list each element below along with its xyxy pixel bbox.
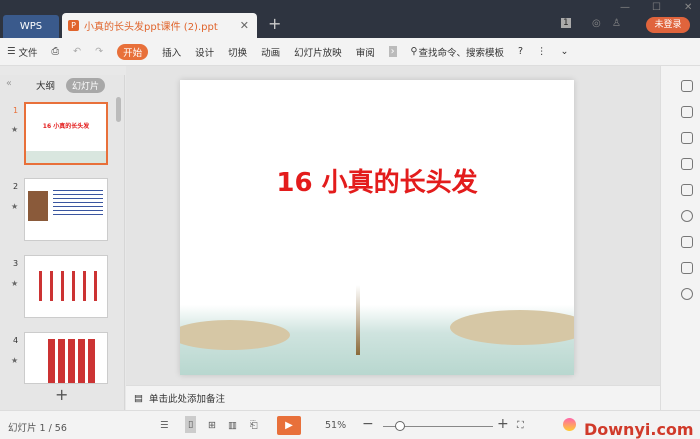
panel-scrollbar[interactable] [116, 97, 121, 122]
tab-start[interactable]: 开始 [117, 43, 149, 60]
zoom-in-button[interactable]: + [497, 416, 509, 432]
title-bar: WPS P 小真的长头发ppt课件 (2).ppt ✕ + — ☐ ✕ 1 ◎ … [0, 0, 700, 38]
star-icon: ★ [11, 279, 19, 288]
new-tab-button[interactable]: + [268, 14, 281, 33]
play-slideshow-button[interactable]: ▶ [277, 416, 301, 435]
skin-icon[interactable]: ◎ [592, 18, 601, 29]
tab-design[interactable]: 设计 [195, 45, 214, 59]
box-icon[interactable] [681, 236, 693, 248]
search-command[interactable]: 查找命令、搜索模板 [418, 45, 504, 59]
slide-number: 3 [13, 259, 19, 268]
close-window-icon[interactable]: ✕ [684, 2, 692, 13]
star-icon: ★ [11, 125, 19, 134]
tab-animation[interactable]: 动画 [261, 45, 280, 59]
collapse-ribbon-icon[interactable]: ⌄ [561, 46, 569, 57]
slide-panel: « 大纲 幻灯片 1 ★ 16 小真的长头发 2 ★ 3 ★ 4 ★ + [0, 75, 125, 410]
save-icon[interactable]: ⎙ [52, 46, 60, 57]
tab-slides[interactable]: 幻灯片 [66, 78, 106, 93]
status-bar: 幻灯片 1 / 56 ☰ ▯ ⊞ ▥ ⎗ ▶ 51% − + ⛶ Downyi.… [0, 410, 700, 439]
copy-icon[interactable] [681, 106, 693, 118]
add-slide-button[interactable]: + [55, 385, 68, 404]
reading-view-icon[interactable]: ▥ [228, 420, 237, 431]
star-icon: ★ [11, 202, 19, 211]
notes-placeholder[interactable]: 单击此处添加备注 [149, 391, 225, 405]
property-icon[interactable] [681, 80, 693, 92]
right-sidebar [660, 66, 700, 410]
slide-thumbnail-4[interactable] [24, 332, 108, 384]
notes-icon: ▤ [134, 392, 143, 404]
maximize-icon[interactable]: ☐ [652, 2, 661, 13]
fit-window-icon[interactable]: ⛶ [517, 420, 524, 431]
wps-label: WPS [19, 21, 43, 32]
slide-number: 4 [13, 336, 19, 345]
mic-icon[interactable] [681, 288, 693, 300]
thumbnail-sea [26, 151, 106, 163]
close-tab-icon[interactable]: ✕ [240, 19, 249, 32]
zoom-level[interactable]: 51% [325, 420, 346, 431]
login-button[interactable]: 未登录 [646, 17, 690, 33]
minimize-icon[interactable]: — [620, 2, 630, 13]
thumbnail-title: 16 小真的长头发 [42, 123, 90, 130]
assistant-icon[interactable] [563, 418, 576, 431]
star-icon[interactable] [681, 210, 693, 222]
current-slide[interactable]: 16 小真的长头发 [180, 80, 574, 375]
presenter-icon[interactable]: ⎗ [250, 420, 258, 431]
undo-icon[interactable]: ↶ [73, 46, 81, 57]
shirt-icon[interactable]: ♙ [612, 18, 621, 29]
more-tabs-icon[interactable]: › [388, 46, 397, 57]
slide-counter: 幻灯片 1 / 56 [8, 423, 67, 434]
slide-number: 2 [13, 182, 19, 191]
slide-number: 1 [13, 106, 19, 115]
notes-toggle-icon[interactable]: ☰ [160, 420, 169, 431]
tab-transition[interactable]: 切换 [228, 45, 247, 59]
wps-home-tab[interactable]: WPS [3, 15, 59, 38]
tab-slideshow[interactable]: 幻灯片放映 [294, 45, 342, 59]
hair-rope-image [356, 285, 360, 355]
slide-thumbnail-3[interactable] [24, 255, 108, 318]
zoom-out-button[interactable]: − [362, 416, 374, 432]
ppt-file-icon: P [68, 20, 79, 31]
file-menu[interactable]: 文件 [19, 45, 38, 59]
tab-insert[interactable]: 插入 [162, 45, 181, 59]
document-tab[interactable]: P 小真的长头发ppt课件 (2).ppt ✕ [62, 13, 257, 38]
backup-icon[interactable] [681, 184, 693, 196]
slide-thumbnail-2[interactable] [24, 178, 108, 241]
tab-outline[interactable]: 大纲 [36, 78, 55, 92]
more-icon[interactable]: ⋮ [537, 46, 547, 57]
sorter-view-icon[interactable]: ⊞ [208, 420, 216, 431]
search-icon[interactable]: ⚲ [411, 46, 418, 57]
slide-thumbnail-1[interactable]: 16 小真的长头发 [24, 102, 108, 165]
tab-review[interactable]: 审阅 [356, 45, 375, 59]
image-icon[interactable] [681, 262, 693, 274]
watermark: Downyi.com [584, 420, 694, 439]
window-count-badge[interactable]: 1 [561, 18, 571, 28]
normal-view-icon[interactable]: ▯ [185, 416, 197, 433]
ribbon-toolbar: ☰ 文件 ⎙ ↶ ↷ 开始 插入 设计 切换 动画 幻灯片放映 审阅 › ⚲ 查… [0, 38, 700, 66]
menu-icon[interactable]: ☰ [7, 46, 16, 57]
help-icon[interactable]: ? [518, 46, 523, 57]
settings-sliders-icon[interactable] [681, 158, 693, 170]
star-icon: ★ [11, 356, 19, 365]
redo-icon[interactable]: ↷ [95, 46, 103, 57]
collapse-panel-icon[interactable]: « [6, 78, 12, 89]
zoom-slider-handle[interactable] [394, 421, 405, 431]
notes-bar[interactable]: ▤ 单击此处添加备注 [126, 385, 660, 410]
document-tab-title: 小真的长头发ppt课件 (2).ppt [84, 22, 218, 33]
slide-title[interactable]: 16 小真的长头发 [180, 162, 574, 199]
shape-icon[interactable] [681, 132, 693, 144]
